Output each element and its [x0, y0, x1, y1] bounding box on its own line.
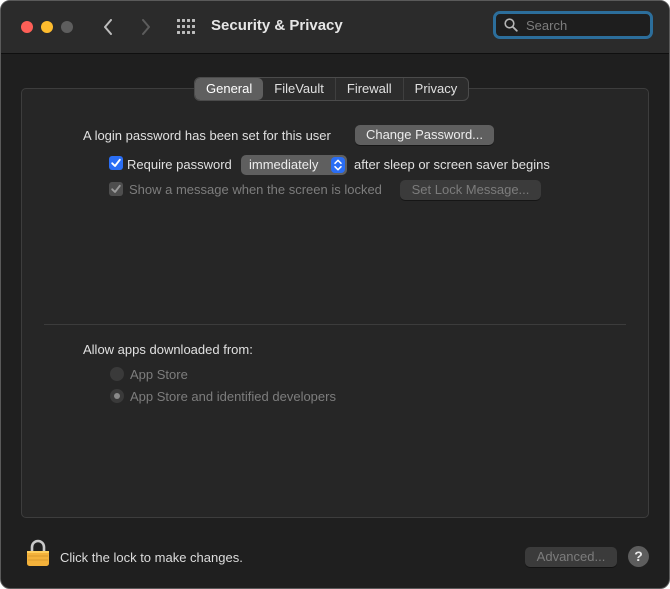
- general-pane: [21, 88, 649, 518]
- search-icon: [504, 18, 518, 32]
- chevron-right-icon: [142, 19, 150, 35]
- change-password-button[interactable]: Change Password...: [355, 125, 494, 145]
- radio-app-store-identified-developers[interactable]: [110, 389, 124, 403]
- search-input[interactable]: [526, 16, 646, 34]
- window-title: Security & Privacy: [211, 17, 343, 34]
- popup-selected-value: immediately: [249, 157, 319, 172]
- allow-apps-label: Allow apps downloaded from:: [83, 342, 253, 357]
- close-window-button[interactable]: [21, 21, 33, 33]
- lock-hint-text: Click the lock to make changes.: [60, 550, 243, 565]
- checkmark-icon: [111, 184, 121, 193]
- radio-app-store[interactable]: [110, 367, 124, 381]
- search-field[interactable]: [493, 11, 653, 39]
- titlebar: Security & Privacy: [1, 1, 669, 54]
- minimize-window-button[interactable]: [41, 21, 53, 33]
- tab-firewall[interactable]: Firewall: [334, 78, 403, 100]
- popup-stepper: [331, 157, 345, 173]
- grid-icon: [177, 19, 195, 34]
- require-password-label: Require password: [127, 157, 232, 172]
- chevron-left-icon: [104, 19, 112, 35]
- forward-button[interactable]: [136, 14, 156, 40]
- set-lock-message-button[interactable]: Set Lock Message...: [400, 180, 541, 200]
- radio-app-store-identified-developers-label: App Store and identified developers: [130, 389, 336, 404]
- checkmark-icon: [111, 158, 121, 167]
- lock-button[interactable]: [26, 539, 50, 570]
- zoom-window-button[interactable]: [61, 21, 73, 33]
- advanced-button[interactable]: Advanced...: [525, 547, 617, 567]
- show-message-label: Show a message when the screen is locked: [129, 182, 382, 197]
- lock-icon: [27, 539, 49, 566]
- system-preferences-window: Security & Privacy General FileVault Fir…: [0, 0, 670, 589]
- section-divider: [44, 324, 626, 325]
- show-all-button[interactable]: [176, 18, 196, 36]
- up-down-chevron-icon: [334, 159, 342, 171]
- radio-app-store-label: App Store: [130, 367, 188, 382]
- tab-bar: General FileVault Firewall Privacy: [194, 77, 470, 101]
- require-password-suffix: after sleep or screen saver begins: [354, 157, 550, 172]
- show-message-checkbox[interactable]: [109, 182, 123, 196]
- require-password-delay-popup[interactable]: immediately: [241, 155, 347, 175]
- tab-general[interactable]: General: [195, 78, 264, 100]
- require-password-checkbox[interactable]: [109, 156, 123, 170]
- back-button[interactable]: [98, 14, 118, 40]
- help-button[interactable]: ?: [628, 546, 649, 567]
- radio-selected-dot: [114, 393, 120, 399]
- login-password-text: A login password has been set for this u…: [83, 128, 331, 143]
- tab-filevault[interactable]: FileVault: [263, 78, 335, 100]
- tab-privacy[interactable]: Privacy: [402, 78, 469, 100]
